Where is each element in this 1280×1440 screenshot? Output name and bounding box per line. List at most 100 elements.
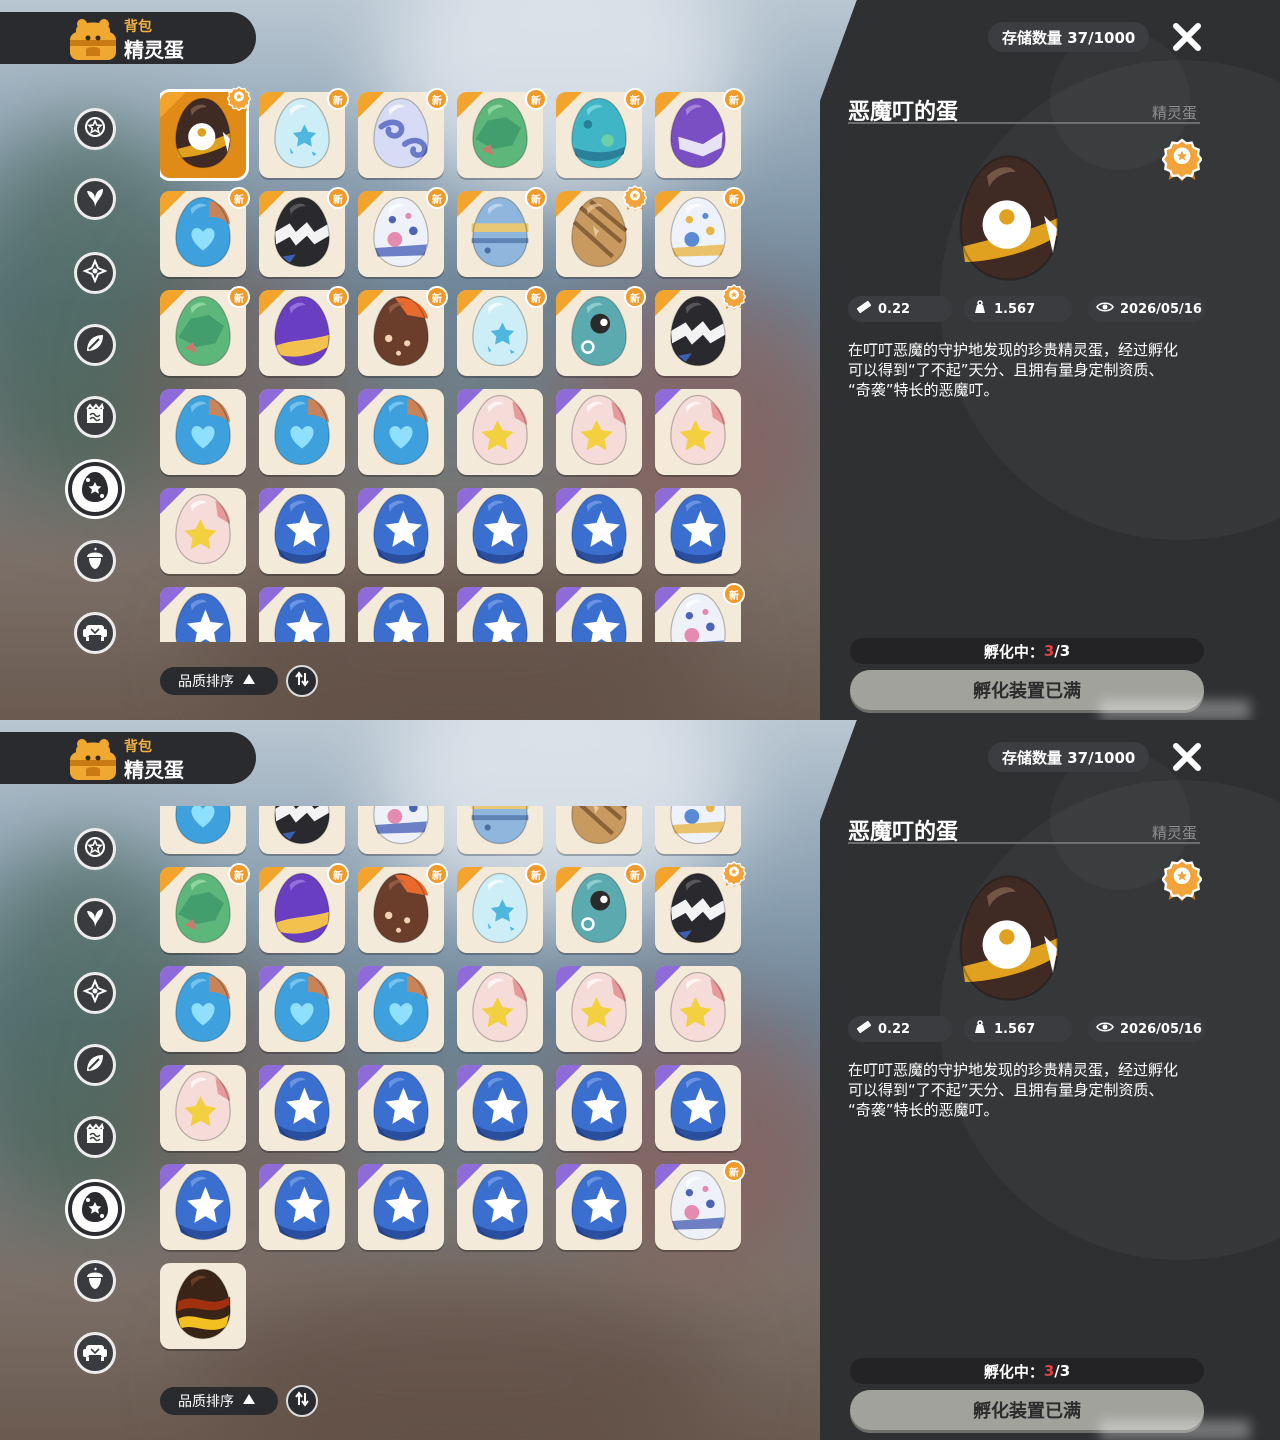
egg-slot[interactable]: 新	[358, 187, 448, 277]
egg-slot[interactable]	[655, 389, 741, 475]
category-tab-sparkle[interactable]	[74, 252, 116, 294]
egg-slot[interactable]: 新	[457, 806, 543, 854]
egg-slot[interactable]: 新	[556, 286, 646, 376]
egg-bluestar-icon	[271, 1168, 333, 1246]
egg-slot[interactable]	[160, 966, 246, 1052]
egg-slot[interactable]	[160, 488, 246, 574]
egg-slot[interactable]	[259, 389, 345, 475]
category-tab-acorn[interactable]	[74, 1260, 116, 1302]
egg-slot[interactable]	[556, 389, 642, 475]
egg-slot[interactable]: 新	[259, 286, 349, 376]
header-subtitle: 背包	[124, 739, 152, 755]
egg-slot[interactable]: 新	[655, 583, 745, 642]
category-tab-sparkle[interactable]	[74, 972, 116, 1014]
egg-slot[interactable]: 新	[457, 187, 547, 277]
egg-slot[interactable]	[358, 966, 444, 1052]
egg-slot[interactable]: 新	[160, 286, 250, 376]
egg-slot[interactable]: 新	[259, 187, 349, 277]
egg-slot[interactable]	[556, 806, 642, 854]
egg-slot[interactable]	[259, 488, 345, 574]
close-button[interactable]	[1170, 20, 1204, 54]
egg-slot[interactable]: 新	[358, 863, 448, 953]
category-tab-plant[interactable]	[74, 1044, 116, 1086]
egg-slot[interactable]	[259, 966, 345, 1052]
egg-slot[interactable]	[457, 966, 543, 1052]
egg-slot[interactable]	[259, 1065, 345, 1151]
egg-slot[interactable]: 新	[457, 863, 547, 953]
egg-slot[interactable]	[457, 1164, 543, 1250]
category-tab-scroll[interactable]	[74, 396, 116, 438]
description-line: 可以得到“了不起”天分、且拥有量身定制资质、	[848, 1081, 1164, 1099]
sort-order-button[interactable]	[286, 1385, 318, 1417]
egg-slot[interactable]	[160, 1263, 246, 1349]
egg-slot[interactable]: 新	[160, 806, 246, 854]
egg-slot[interactable]: 新	[160, 863, 250, 953]
egg-slot[interactable]	[259, 1164, 345, 1250]
egg-slot[interactable]: 新	[259, 806, 345, 854]
hatching-label: 孵化中：	[983, 642, 1044, 661]
close-button[interactable]	[1170, 740, 1204, 774]
egg-slot[interactable]	[358, 488, 444, 574]
egg-slot[interactable]	[160, 1065, 246, 1151]
egg-slot[interactable]	[457, 389, 543, 475]
egg-slot[interactable]: 新	[358, 286, 448, 376]
egg-slot[interactable]	[655, 488, 741, 574]
egg-slot[interactable]: 新	[160, 187, 250, 277]
egg-slot[interactable]: 新	[259, 88, 349, 178]
egg-slot[interactable]	[160, 587, 246, 642]
category-tab-sofa[interactable]	[74, 612, 116, 654]
category-tab-scroll[interactable]	[74, 1116, 116, 1158]
egg-slot[interactable]	[556, 185, 648, 277]
egg-slot[interactable]: 新	[457, 286, 547, 376]
egg-slot[interactable]: 新	[655, 1160, 745, 1250]
sort-order-button[interactable]	[286, 665, 318, 697]
egg-heart-icon	[172, 393, 234, 471]
egg-slot[interactable]: 新	[556, 863, 646, 953]
sort-dropdown[interactable]: 品质排序	[160, 1387, 278, 1415]
sort-dropdown[interactable]: 品质排序	[160, 667, 278, 695]
category-tab-egg[interactable]	[68, 1182, 122, 1236]
egg-dotblue-icon	[370, 195, 432, 273]
egg-slot[interactable]	[556, 966, 642, 1052]
egg-ice-icon	[469, 871, 531, 949]
egg-slot[interactable]	[160, 389, 246, 475]
egg-slot[interactable]: 新	[259, 863, 349, 953]
category-tab-leaf[interactable]	[74, 898, 116, 940]
egg-slot[interactable]: 新	[457, 88, 547, 178]
egg-zebra-icon	[271, 806, 333, 850]
egg-slot[interactable]: 新	[655, 187, 745, 277]
egg-slot[interactable]	[160, 86, 252, 178]
egg-slot[interactable]	[655, 861, 747, 953]
egg-slot[interactable]	[655, 966, 741, 1052]
egg-slot[interactable]	[655, 1065, 741, 1151]
egg-slot[interactable]	[556, 587, 642, 642]
category-tab-egg[interactable]	[68, 462, 122, 516]
egg-slot[interactable]: 新	[556, 88, 646, 178]
egg-slot[interactable]	[457, 488, 543, 574]
egg-slot[interactable]	[259, 587, 345, 642]
category-tab-acorn[interactable]	[74, 540, 116, 582]
egg-slot[interactable]	[556, 1065, 642, 1151]
category-tab-star-badge[interactable]	[74, 828, 116, 870]
category-tab-leaf[interactable]	[74, 178, 116, 220]
egg-slot[interactable]	[160, 1164, 246, 1250]
egg-slot[interactable]	[358, 1164, 444, 1250]
egg-slot[interactable]	[556, 1164, 642, 1250]
category-tab-star-badge[interactable]	[74, 108, 116, 150]
egg-slot[interactable]	[457, 1065, 543, 1151]
egg-grid-viewport[interactable]: 新新新新新新新新新新新	[160, 806, 760, 1366]
egg-slot[interactable]	[358, 389, 444, 475]
egg-slot[interactable]	[556, 488, 642, 574]
egg-slot[interactable]: 新	[655, 806, 741, 854]
category-tab-plant[interactable]	[74, 324, 116, 366]
egg-slot[interactable]: 新	[358, 806, 444, 854]
egg-slot[interactable]	[358, 1065, 444, 1151]
egg-grid-viewport[interactable]: 新新新新新新新新新新新新新新新新	[160, 86, 760, 642]
egg-bluestar-icon	[172, 1168, 234, 1246]
egg-slot[interactable]: 新	[655, 88, 745, 178]
egg-slot[interactable]	[655, 284, 747, 376]
egg-slot[interactable]: 新	[358, 88, 448, 178]
egg-slot[interactable]	[358, 587, 444, 642]
egg-slot[interactable]	[457, 587, 543, 642]
category-tab-sofa[interactable]	[74, 1332, 116, 1374]
